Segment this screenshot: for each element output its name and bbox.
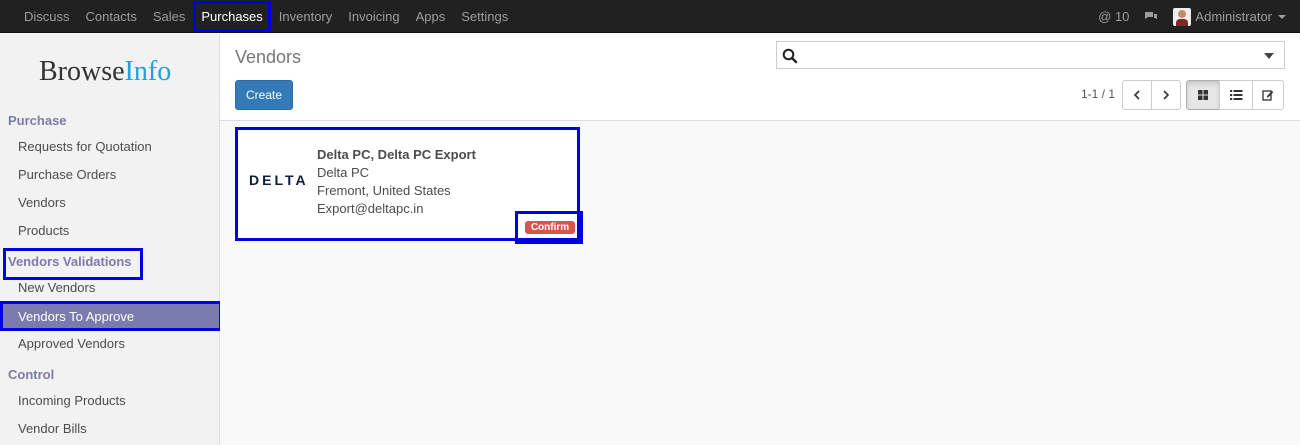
menu-purchases[interactable]: Purchases [193, 0, 271, 33]
caret-down-icon [1278, 14, 1286, 19]
menu-discuss[interactable]: Discuss [16, 0, 78, 33]
menu-contacts[interactable]: Contacts [78, 0, 145, 33]
avatar [1173, 7, 1192, 26]
search-icon [782, 48, 798, 67]
vendor-name: Delta PC, Delta PC Export [317, 147, 476, 162]
pager-value: 1-1 / 1 [1081, 87, 1116, 101]
sidebar-item-incoming-products[interactable]: Incoming Products [18, 393, 126, 408]
highlight-box: Confirm [515, 211, 583, 244]
menu-apps[interactable]: Apps [408, 0, 454, 33]
create-button[interactable]: Create [235, 80, 293, 110]
logo-main-text: Browse [39, 56, 125, 87]
company-logo: BrowseInfo [39, 56, 171, 88]
control-panel: Vendors Create 1-1 / 1 [220, 34, 1300, 121]
pager-previous-button[interactable] [1122, 80, 1152, 110]
sidebar-item-approved-vendors[interactable]: Approved Vendors [18, 336, 125, 351]
menu-inventory[interactable]: Inventory [271, 0, 340, 33]
app-menu: Discuss Contacts Sales Purchases Invento… [16, 0, 516, 33]
vendor-card[interactable]: DELTA Delta PC, Delta PC Export Delta PC… [235, 127, 583, 244]
pager-next-button[interactable] [1151, 80, 1181, 110]
menu-settings[interactable]: Settings [453, 0, 516, 33]
view-switcher [1186, 80, 1284, 110]
sidebar-head-vendors-validations: Vendors Validations [8, 254, 132, 269]
chat-icon[interactable] [1143, 10, 1159, 24]
systray: @ 10 Administrator [1098, 0, 1300, 33]
highlight-box [193, 1, 271, 32]
breadcrumb: Vendors [235, 47, 302, 67]
sidebar-head-purchase: Purchase [8, 113, 67, 128]
sidebar-item-vendors[interactable]: Vendors [18, 195, 66, 210]
vendor-logo: DELTA [249, 172, 309, 188]
status-badge[interactable]: Confirm [525, 221, 575, 234]
pager-buttons [1122, 80, 1181, 110]
logo-accent-text: Info [124, 56, 172, 87]
vendor-email: Export@deltapc.in [317, 201, 424, 216]
search-input[interactable] [776, 41, 1285, 69]
list-view-icon[interactable] [1219, 80, 1253, 110]
menu-sales[interactable]: Sales [145, 0, 194, 33]
sidebar-head-control: Control [8, 367, 55, 382]
sidebar-item-label: Vendors To Approve [18, 309, 135, 324]
mentions-counter[interactable]: @ 10 [1098, 9, 1129, 24]
sidebar-item-rfq[interactable]: Requests for Quotation [18, 139, 152, 154]
sidebar-item-purchase-orders[interactable]: Purchase Orders [18, 167, 116, 182]
top-navbar: Discuss Contacts Sales Purchases Invento… [0, 0, 1300, 33]
search-options-toggle[interactable] [1264, 53, 1274, 59]
sidebar-item-products[interactable]: Products [18, 223, 69, 238]
vendor-location: Fremont, United States [317, 183, 451, 198]
sidebar-item-vendor-bills[interactable]: Vendor Bills [18, 421, 87, 436]
sidebar: BrowseInfo Purchase Requests for Quotati… [0, 34, 222, 445]
kanban-view-icon[interactable] [1186, 80, 1220, 110]
kanban-view: DELTA Delta PC, Delta PC Export Delta PC… [220, 122, 1300, 445]
sidebar-item-vendors-to-approve[interactable]: Vendors To Approve [0, 301, 222, 331]
vendor-company: Delta PC [317, 165, 370, 180]
sidebar-item-new-vendors[interactable]: New Vendors [18, 280, 95, 295]
form-view-icon[interactable] [1252, 80, 1284, 110]
user-menu[interactable]: Administrator [1173, 7, 1286, 26]
menu-invoicing[interactable]: Invoicing [340, 0, 407, 33]
user-name: Administrator [1195, 9, 1272, 24]
